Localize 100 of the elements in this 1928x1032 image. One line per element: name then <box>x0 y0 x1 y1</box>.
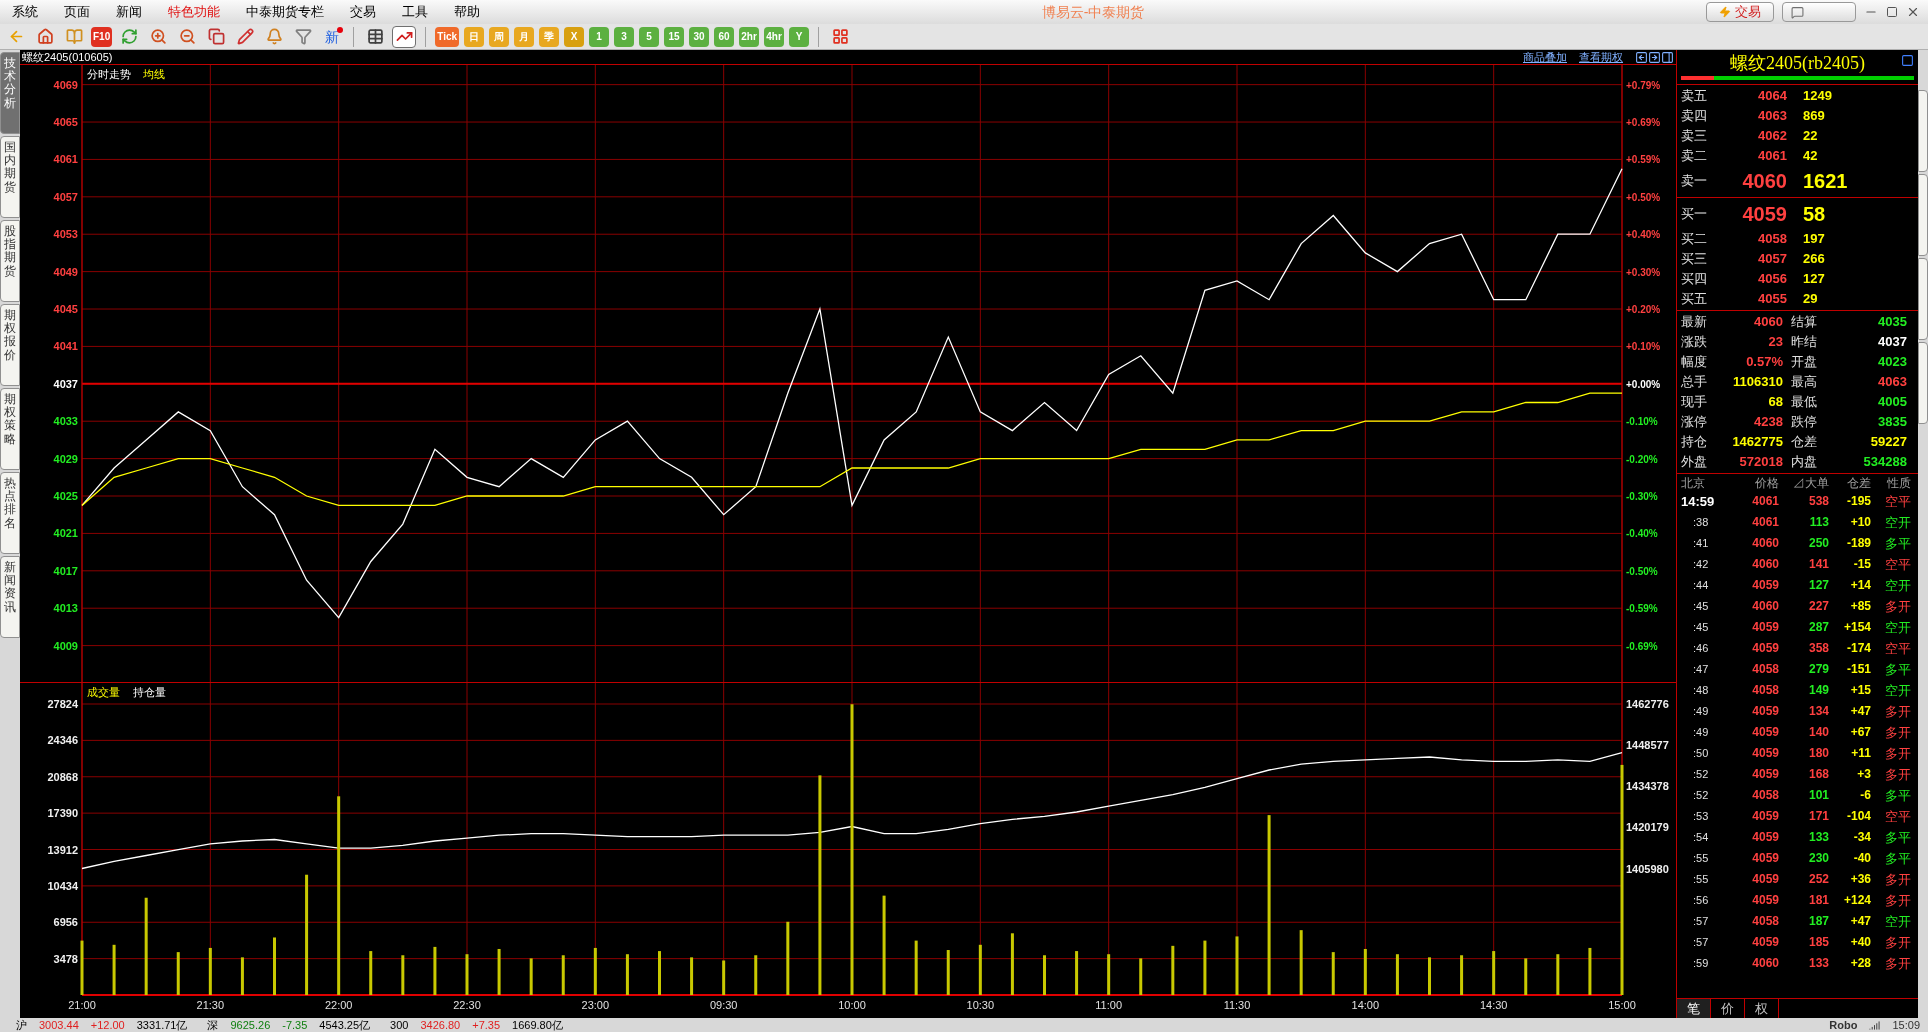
menu-item[interactable]: 系统 <box>12 2 38 22</box>
axis-label: 4033 <box>53 415 78 428</box>
book-label: 买四 <box>1680 270 1708 289</box>
toolbar-button[interactable]: 1 <box>589 26 610 47</box>
trade-volume: 149 <box>1807 682 1829 699</box>
trade-volume: 180 <box>1807 745 1829 762</box>
stat-label: 涨跌 <box>1680 333 1708 351</box>
trade-oi-change: +85 <box>1849 598 1871 615</box>
time-label: 10:30 <box>966 999 995 1011</box>
stat-label: 最低 <box>1790 393 1818 411</box>
stat-label: 最高 <box>1790 373 1818 391</box>
axis-label: 4021 <box>53 527 78 540</box>
trade-price: 4059 <box>1751 808 1779 825</box>
book-label: 卖四 <box>1680 107 1708 126</box>
toolbar-button[interactable]: 60 <box>714 26 735 47</box>
trade-oi-change: -195 <box>1845 493 1871 510</box>
trade-price: 4059 <box>1751 766 1779 783</box>
axis-label: -0.40% <box>1626 528 1658 540</box>
axis-label: 1405980 <box>1626 862 1669 875</box>
trade-volume: 141 <box>1807 556 1829 573</box>
trade-type: 多开 <box>1884 871 1911 889</box>
side-tab[interactable]: 新闻资讯 <box>0 556 20 638</box>
stat-label: 外盘 <box>1680 453 1708 471</box>
book-label: 卖五 <box>1680 87 1708 106</box>
toolbar-button[interactable]: 2hr <box>739 26 760 47</box>
trade-volume: 168 <box>1807 766 1829 783</box>
panel-tab[interactable]: 笔 <box>1677 999 1711 1018</box>
trade-time: :49 <box>1692 704 1710 719</box>
trade-type: 多开 <box>1884 934 1911 952</box>
trade-volume: 140 <box>1807 724 1829 741</box>
index-change: +7.35 <box>472 1019 501 1031</box>
toolbar-button[interactable]: 3 <box>614 26 635 47</box>
chart-link[interactable]: 查看期权 <box>1579 48 1623 66</box>
menu-item[interactable]: 交易 <box>350 2 376 22</box>
axis-label: 24346 <box>47 734 78 747</box>
stat-value: 4005 <box>1877 393 1907 411</box>
stat-value: 4037 <box>1877 333 1907 351</box>
toolbar-button[interactable]: 30 <box>689 26 710 47</box>
side-tab[interactable]: 期权策略 <box>0 388 20 470</box>
toolbar-button[interactable]: F10 <box>91 26 113 47</box>
chart-link[interactable]: 商品叠加 <box>1523 48 1567 66</box>
axis-label: -0.69% <box>1626 640 1658 652</box>
index-amount: 4543.25亿 <box>319 1019 371 1031</box>
axis-label: 1448577 <box>1626 739 1669 752</box>
book-volume: 127 <box>1803 270 1825 289</box>
trade-oi-change: +3 <box>1856 766 1871 783</box>
book-volume: 1621 <box>1803 169 1848 194</box>
side-tab[interactable]: 热点排名 <box>0 472 20 554</box>
trade-oi-change: -6 <box>1859 787 1871 804</box>
stat-label: 昨结 <box>1790 333 1818 351</box>
axis-label: 1420179 <box>1626 821 1669 834</box>
book-volume: 29 <box>1803 290 1818 309</box>
menu-item[interactable]: 中泰期货专栏 <box>246 2 324 22</box>
toolbar-button[interactable]: 5 <box>639 26 660 47</box>
menu-item[interactable]: 新闻 <box>116 2 142 22</box>
side-tab[interactable]: 国内期货 <box>0 136 20 218</box>
toolbar-button[interactable]: Tick <box>435 26 460 47</box>
trade-oi-change: +11 <box>1850 745 1871 762</box>
toolbar-button[interactable]: 15 <box>664 26 685 47</box>
menu-item[interactable]: 帮助 <box>454 2 480 22</box>
trade-price: 4061 <box>1751 514 1779 531</box>
time-label: 10:00 <box>838 999 866 1011</box>
menu-item[interactable]: 页面 <box>64 2 90 22</box>
trade-oi-change: -174 <box>1845 640 1871 657</box>
trade-type: 多开 <box>1884 955 1911 973</box>
axis-label: -0.59% <box>1626 603 1658 615</box>
book-label: 卖二 <box>1680 147 1708 166</box>
trade-price: 4059 <box>1751 577 1779 594</box>
menu-item[interactable]: 特色功能 <box>168 2 220 22</box>
trade-time: :52 <box>1692 788 1710 803</box>
toolbar-button[interactable]: Y <box>789 26 810 47</box>
trade-button[interactable]: 交易 <box>1706 2 1774 22</box>
book-volume: 266 <box>1803 250 1825 269</box>
stat-label: 最新 <box>1680 313 1708 331</box>
trade-volume: 101 <box>1807 787 1829 804</box>
axis-label: 4049 <box>53 265 78 278</box>
toolbar-button[interactable]: 4hr <box>764 26 785 47</box>
side-tab[interactable]: 期权报价 <box>0 304 20 386</box>
axis-label: 4061 <box>53 153 78 166</box>
book-volume: 197 <box>1803 230 1825 249</box>
axis-label: -0.10% <box>1626 416 1658 428</box>
side-tab[interactable]: 技术分析 <box>0 52 20 134</box>
trade-type: 空开 <box>1884 514 1911 532</box>
time-label: 22:30 <box>453 999 481 1011</box>
news-button[interactable]: 新 <box>320 25 345 48</box>
trade-price: 4059 <box>1751 829 1779 846</box>
trade-time: :52 <box>1692 767 1710 782</box>
stat-value: 0.57% <box>1745 353 1784 371</box>
book-label: 卖一 <box>1680 172 1708 191</box>
trade-volume: 133 <box>1807 955 1829 972</box>
side-tab[interactable]: 股指期货 <box>0 220 20 302</box>
time-label: 23:00 <box>581 999 610 1011</box>
index-name: 沪 <box>16 1019 27 1031</box>
trade-volume: 227 <box>1807 598 1829 615</box>
trade-time: :48 <box>1692 683 1710 698</box>
axis-label: +0.59% <box>1626 154 1661 166</box>
menu-item[interactable]: 工具 <box>402 2 428 22</box>
trade-volume: 134 <box>1807 703 1829 720</box>
trade-time: :47 <box>1692 662 1710 677</box>
index-change: +12.00 <box>90 1019 125 1031</box>
